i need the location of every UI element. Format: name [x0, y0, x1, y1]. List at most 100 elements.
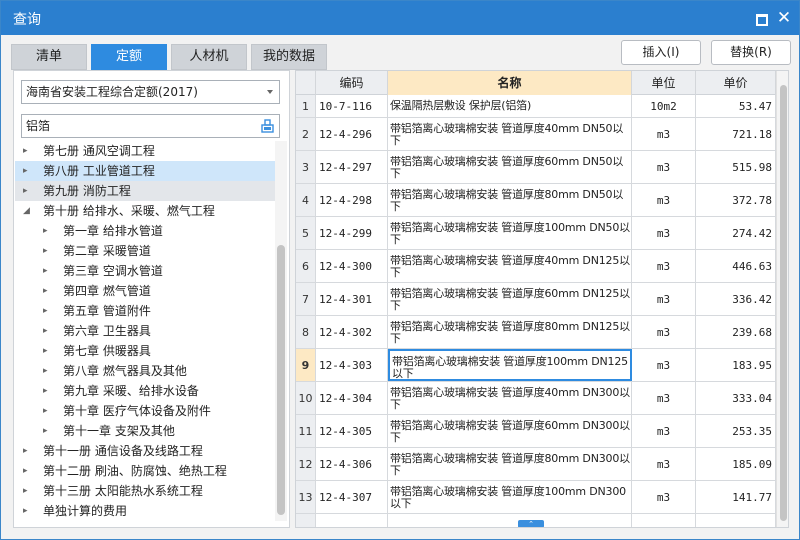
tree-node[interactable]: ▸ 第六章 卫生器具	[15, 321, 275, 341]
tree-node[interactable]: ▸ 第八册 工业管道工程	[15, 161, 275, 181]
header-unit[interactable]: 单位	[632, 71, 696, 95]
collapsed-arrow-icon[interactable]: ▸	[43, 261, 53, 281]
cell-code: 12-4-307	[316, 481, 388, 513]
tree-node[interactable]: ▸ 第十一册 通信设备及线路工程	[15, 441, 275, 461]
collapsed-arrow-icon[interactable]: ▸	[23, 501, 33, 521]
maximize-icon[interactable]	[753, 10, 769, 26]
tree-node[interactable]: ▸ 第九册 消防工程	[15, 181, 275, 201]
row-index[interactable]: 10	[296, 382, 316, 414]
header-code[interactable]: 编码	[316, 71, 388, 95]
table-row[interactable]: 6 12-4-300 带铝箔离心玻璃棉安装 管道厚度40mm DN125以下 m3 44…	[296, 250, 776, 283]
tree-node[interactable]: ▸ 第二章 采暖管道	[15, 241, 275, 261]
tree-scrollbar[interactable]	[275, 141, 287, 521]
collapsed-arrow-icon[interactable]: ▸	[43, 421, 53, 441]
collapsed-arrow-icon[interactable]: ▸	[43, 281, 53, 301]
tab-quota[interactable]: 定额	[91, 44, 167, 70]
title-bar[interactable]: 查询 ✕	[1, 1, 799, 35]
cell-name: 带铝箔离心玻璃棉安装 管道厚度40mm DN125以下	[388, 250, 632, 282]
tree-node[interactable]: ◢ 第十册 给排水、采暖、燃气工程	[15, 201, 275, 221]
tree-node[interactable]: ▸ 第十三册 太阳能热水系统工程	[15, 481, 275, 501]
tree-node[interactable]: ▸ 第三章 空调水管道	[15, 261, 275, 281]
replace-button[interactable]: 替换(R)	[711, 40, 791, 65]
tree-node[interactable]: ▸ 第十二册 刷油、防腐蚀、绝热工程	[15, 461, 275, 481]
row-index[interactable]: 9	[296, 349, 316, 381]
search-icon[interactable]	[261, 119, 274, 133]
table-scrollbar[interactable]	[776, 71, 788, 527]
collapsed-arrow-icon[interactable]: ▸	[43, 241, 53, 261]
tree-node-label: 第三章 空调水管道	[63, 264, 163, 278]
table-row[interactable]: 11 12-4-305 带铝箔离心玻璃棉安装 管道厚度60mm DN300以下 m3 2…	[296, 415, 776, 448]
table-row[interactable]: 13 12-4-307 带铝箔离心玻璃棉安装 管道厚度100mm DN300以下 m3…	[296, 481, 776, 514]
cell-price: 239.68	[696, 316, 776, 348]
cell-code: 12-4-300	[316, 250, 388, 282]
table-row[interactable]: 5 12-4-299 带铝箔离心玻璃棉安装 管道厚度100mm DN50以下 m3 27…	[296, 217, 776, 250]
collapsed-arrow-icon[interactable]: ▸	[23, 461, 33, 481]
collapsed-arrow-icon[interactable]: ▸	[23, 141, 33, 161]
row-index[interactable]: 3	[296, 151, 316, 183]
tree-node[interactable]: ▸ 第七册 通风空调工程	[15, 141, 275, 161]
row-index[interactable]: 5	[296, 217, 316, 249]
row-index[interactable]: 7	[296, 283, 316, 315]
row-index[interactable]: 2	[296, 118, 316, 150]
table-row[interactable]: 12 12-4-306 带铝箔离心玻璃棉安装 管道厚度80mm DN300以下 m3 1…	[296, 448, 776, 481]
collapsed-arrow-icon[interactable]: ▸	[43, 381, 53, 401]
cell-name: 带铝箔离心玻璃棉安装 管道厚度100mm DN125以下	[388, 349, 632, 381]
tab-bill[interactable]: 清单	[11, 44, 87, 70]
chevron-down-icon[interactable]	[267, 90, 273, 94]
cell-code: 12-4-303	[316, 349, 388, 381]
window-title: 查询	[13, 12, 41, 28]
expanded-arrow-icon[interactable]: ◢	[23, 201, 33, 221]
tree-node[interactable]: ▸ 第一章 给排水管道	[15, 221, 275, 241]
table-row[interactable]: 3 12-4-297 带铝箔离心玻璃棉安装 管道厚度60mm DN50以下 m3 515…	[296, 151, 776, 184]
row-index[interactable]: 11	[296, 415, 316, 447]
collapsed-arrow-icon[interactable]: ▸	[23, 441, 33, 461]
collapsed-arrow-icon[interactable]: ▸	[23, 181, 33, 201]
table-scrollbar-thumb[interactable]	[780, 85, 787, 521]
table-row[interactable]: 8 12-4-302 带铝箔离心玻璃棉安装 管道厚度80mm DN125以下 m3 23…	[296, 316, 776, 349]
row-index[interactable]: 12	[296, 448, 316, 480]
tree-node[interactable]: ▸ 单独计算的费用	[15, 501, 275, 521]
row-index[interactable]: 8	[296, 316, 316, 348]
tree-node-label: 第十一册 通信设备及线路工程	[43, 444, 203, 458]
row-index[interactable]: 4	[296, 184, 316, 216]
collapsed-arrow-icon[interactable]: ▸	[43, 301, 53, 321]
tree-node[interactable]: ▸ 第十章 医疗气体设备及附件	[15, 401, 275, 421]
library-select[interactable]: 海南省安装工程综合定额(2017)	[21, 80, 280, 104]
tree-node[interactable]: ▸ 第五章 管道附件	[15, 301, 275, 321]
tree-scrollbar-thumb[interactable]	[277, 245, 285, 515]
tab-my-data[interactable]: 我的数据	[251, 44, 327, 70]
tree-node[interactable]: ▸ 第八章 燃气器具及其他	[15, 361, 275, 381]
collapsed-arrow-icon[interactable]: ▸	[23, 481, 33, 501]
collapsed-arrow-icon[interactable]: ▸	[43, 221, 53, 241]
table-row[interactable]: 1 10-7-116 保温隔热层敷设 保护层(铝箔) 10m2 53.47	[296, 95, 776, 118]
cell-unit: m3	[632, 448, 696, 480]
row-index[interactable]: 1	[296, 95, 316, 117]
collapsed-arrow-icon[interactable]: ▸	[43, 321, 53, 341]
header-price[interactable]: 单价	[696, 71, 776, 95]
collapsed-arrow-icon[interactable]: ▸	[43, 341, 53, 361]
cell-code: 12-4-304	[316, 382, 388, 414]
tree-node[interactable]: ▸ 第七章 供暖器具	[15, 341, 275, 361]
table-row[interactable]: 2 12-4-296 带铝箔离心玻璃棉安装 管道厚度40mm DN50以下 m3 721…	[296, 118, 776, 151]
collapsed-arrow-icon[interactable]: ▸	[43, 401, 53, 421]
cell-name: 带铝箔离心玻璃棉安装 管道厚度60mm DN125以下	[388, 283, 632, 315]
collapsed-arrow-icon[interactable]: ▸	[23, 161, 33, 181]
tree-node[interactable]: ▸ 第四章 燃气管道	[15, 281, 275, 301]
table-row[interactable]: 9 12-4-303 带铝箔离心玻璃棉安装 管道厚度100mm DN125以下 m3 1…	[296, 349, 776, 382]
tree-node[interactable]: ▸ 第十一章 支架及其他	[15, 421, 275, 441]
header-name[interactable]: 名称	[388, 71, 632, 95]
table-row[interactable]: 4 12-4-298 带铝箔离心玻璃棉安装 管道厚度80mm DN50以下 m3 372…	[296, 184, 776, 217]
row-index[interactable]: 13	[296, 481, 316, 513]
cell-code: 12-4-306	[316, 448, 388, 480]
tree-node[interactable]: ▸ 第九章 采暖、给排水设备	[15, 381, 275, 401]
insert-button[interactable]: 插入(I)	[621, 40, 701, 65]
row-index[interactable]: 6	[296, 250, 316, 282]
tab-labor-material-machine[interactable]: 人材机	[171, 44, 247, 70]
search-input[interactable]: 铝箔	[21, 114, 280, 138]
table-row[interactable]: 7 12-4-301 带铝箔离心玻璃棉安装 管道厚度60mm DN125以下 m3 33…	[296, 283, 776, 316]
close-icon[interactable]: ✕	[776, 10, 792, 27]
cell-unit: m3	[632, 283, 696, 315]
splitter-handle[interactable]: ⌃	[518, 520, 544, 527]
collapsed-arrow-icon[interactable]: ▸	[43, 361, 53, 381]
table-row[interactable]: 10 12-4-304 带铝箔离心玻璃棉安装 管道厚度40mm DN300以下 m3 3…	[296, 382, 776, 415]
